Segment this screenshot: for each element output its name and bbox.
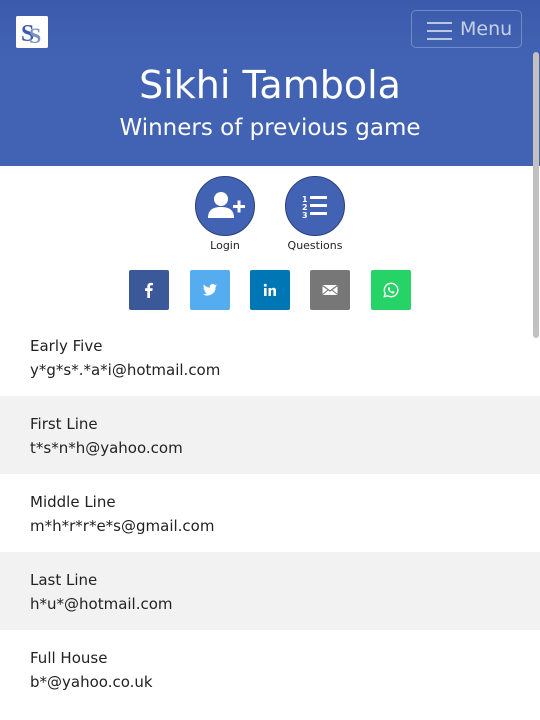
page-title: Sikhi Tambola [139,63,401,107]
linkedin-icon [263,283,276,296]
menu-button[interactable]: Menu [411,10,522,48]
winner-email: b*@yahoo.co.uk [30,673,153,691]
winner-email: y*g*s*.*a*i@hotmail.com [30,361,221,379]
winner-prize: Last Line [30,571,98,589]
winner-prize: First Line [30,415,98,433]
navbar: S S Menu [0,0,540,62]
winner-row-full-house: Full House b*@yahoo.co.uk [0,630,540,708]
whatsapp-icon [383,282,399,298]
winner-email: t*s*n*h@yahoo.com [30,439,183,457]
scrollbar-thumb[interactable] [533,52,539,338]
winner-row-last-line: Last Line h*u*@hotmail.com [0,552,540,630]
login-button[interactable]: Login [185,176,265,252]
page-subtitle: Winners of previous game [119,115,421,141]
menu-label: Menu [460,18,513,40]
hamburger-icon [427,22,452,40]
twitter-icon [203,284,217,296]
svg-text:S: S [29,23,41,48]
logo-icon: S S [16,16,48,48]
svg-text:3: 3 [302,211,308,220]
linkedin-share-button[interactable] [250,270,290,310]
winner-row-early-five: Early Five y*g*s*.*a*i@hotmail.com [0,318,540,396]
winner-prize: Early Five [30,337,103,355]
winner-row-first-line: First Line t*s*n*h@yahoo.com [0,396,540,474]
winner-email: h*u*@hotmail.com [30,595,173,613]
winner-row-middle-line: Middle Line m*h*r*r*e*s@gmail.com [0,474,540,552]
winner-prize: Middle Line [30,493,116,511]
login-label: Login [210,239,240,252]
email-share-button[interactable] [310,270,350,310]
winners-list: Early Five y*g*s*.*a*i@hotmail.com First… [0,318,540,708]
numbered-list-icon: 1 2 3 [285,176,345,236]
whatsapp-share-button[interactable] [371,270,411,310]
winner-email: m*h*r*r*e*s@gmail.com [30,517,215,535]
facebook-share-button[interactable] [129,270,169,310]
logo[interactable]: S S [16,16,48,48]
hero-banner: Sikhi Tambola Winners of previous game [0,62,540,166]
facebook-icon [145,282,153,298]
questions-button[interactable]: 1 2 3 Questions [275,176,355,252]
email-icon [322,285,338,295]
user-plus-icon [195,176,255,236]
twitter-share-button[interactable] [190,270,230,310]
winner-prize: Full House [30,649,108,667]
questions-label: Questions [287,239,343,252]
